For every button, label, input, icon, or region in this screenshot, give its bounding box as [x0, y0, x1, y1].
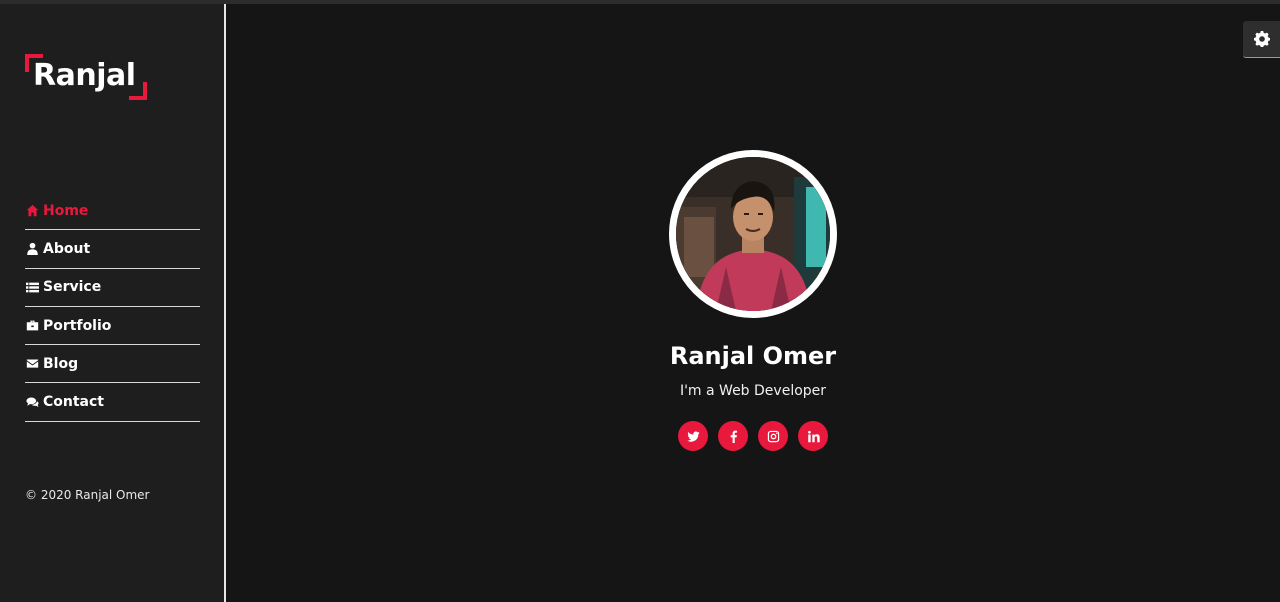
- main-nav: Home About Service Portfolio Blog Contac…: [25, 192, 200, 422]
- nav-item-label: Service: [43, 279, 102, 296]
- nav-item-label: Blog: [43, 355, 79, 372]
- linkedin-link[interactable]: [798, 421, 828, 451]
- nav-item-label: About: [43, 240, 91, 257]
- hero-name: Ranjal Omer: [669, 342, 837, 370]
- list-icon: [25, 280, 39, 294]
- hero-section: Ranjal Omer I'm a Web Developer: [226, 4, 1280, 602]
- profile-photo: [669, 150, 837, 318]
- nav-item-label: Contact: [43, 394, 104, 411]
- logo[interactable]: Ranjal: [25, 54, 147, 100]
- copyright-text: © 2020 Ranjal Omer: [25, 488, 150, 502]
- nav-item-blog[interactable]: Blog: [25, 345, 200, 384]
- twitter-link[interactable]: [678, 421, 708, 451]
- instagram-icon: [767, 430, 779, 442]
- logo-corner-bottom-right: [129, 82, 147, 100]
- facebook-link[interactable]: [718, 421, 748, 451]
- briefcase-icon: [25, 319, 39, 333]
- comments-icon: [25, 395, 39, 409]
- nav-item-label: Portfolio: [43, 317, 112, 334]
- hero-role: I'm a Web Developer: [679, 383, 827, 399]
- sidebar: Ranjal Home About Service Portfolio Blog…: [0, 4, 224, 602]
- nav-item-home[interactable]: Home: [25, 192, 200, 231]
- social-links: [678, 421, 828, 451]
- user-icon: [25, 242, 39, 256]
- nav-item-label: Home: [43, 202, 89, 219]
- linkedin-icon: [807, 430, 820, 442]
- logo-text: Ranjal: [33, 58, 136, 93]
- nav-item-service[interactable]: Service: [25, 269, 200, 307]
- twitter-icon: [686, 431, 700, 442]
- instagram-link[interactable]: [758, 421, 788, 451]
- envelope-icon: [25, 357, 39, 371]
- nav-item-portfolio[interactable]: Portfolio: [25, 307, 200, 346]
- facebook-icon: [730, 430, 737, 443]
- home-icon: [25, 204, 39, 218]
- profile-photo-image: [676, 157, 830, 311]
- nav-item-contact[interactable]: Contact: [25, 383, 200, 422]
- nav-item-about[interactable]: About: [25, 230, 200, 269]
